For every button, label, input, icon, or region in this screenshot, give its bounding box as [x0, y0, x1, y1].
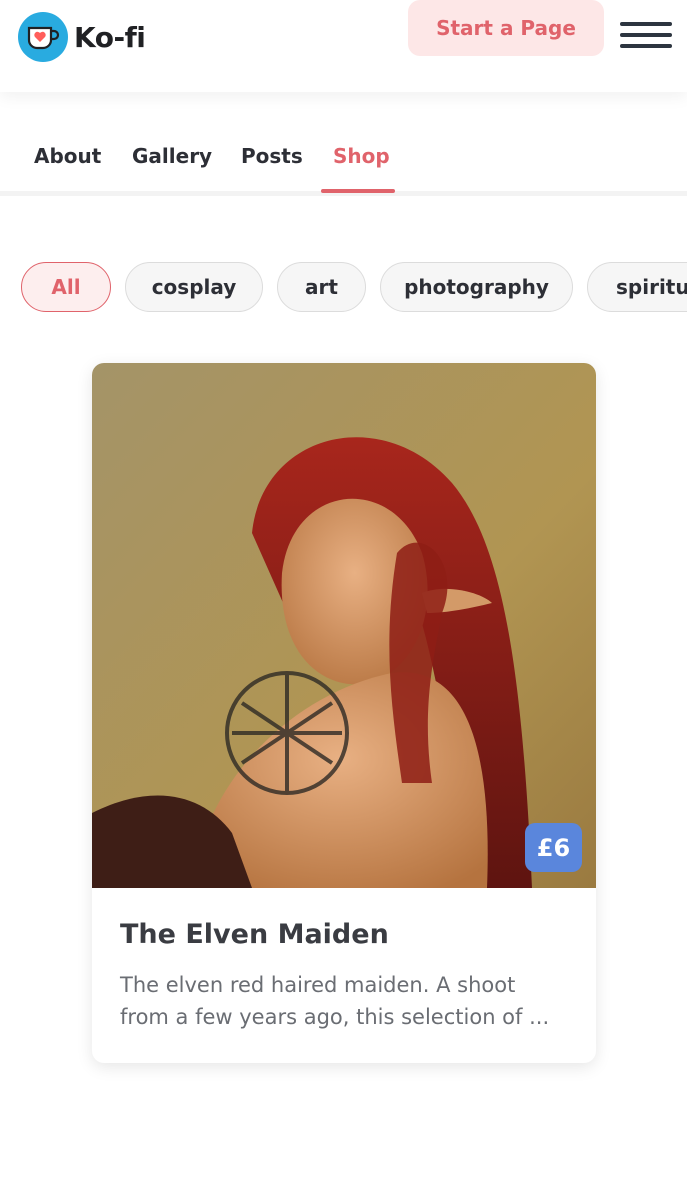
- tab-posts[interactable]: Posts: [241, 144, 303, 168]
- top-header: Ko-fi Start a Page: [0, 0, 687, 92]
- product-description: The elven red haired maiden. A shoot fro…: [120, 973, 550, 1029]
- filter-chip-art[interactable]: art: [277, 262, 366, 312]
- product-photo[interactable]: £6: [92, 363, 596, 888]
- start-a-page-button[interactable]: Start a Page: [408, 0, 604, 56]
- hamburger-menu-icon[interactable]: [620, 22, 672, 48]
- filter-chip-photography[interactable]: photography: [380, 262, 573, 312]
- filter-chip-spirituality[interactable]: spiritua: [587, 262, 687, 312]
- tab-gallery[interactable]: Gallery: [132, 144, 212, 168]
- ko-fi-cup-heart-icon: [18, 12, 68, 62]
- active-tab-indicator: [321, 189, 395, 193]
- price-badge: £6: [525, 823, 582, 872]
- kofi-logo[interactable]: Ko-fi: [18, 12, 146, 62]
- profile-tabs: About Gallery Posts Shop: [0, 92, 687, 196]
- shop-filter-chips: All cosplay art photography spiritua: [0, 262, 687, 314]
- product-title[interactable]: The Elven Maiden: [120, 919, 389, 950]
- logo-text: Ko-fi: [74, 20, 146, 54]
- tab-about[interactable]: About: [34, 144, 101, 168]
- filter-chip-cosplay[interactable]: cosplay: [125, 262, 263, 312]
- filter-chip-all[interactable]: All: [21, 262, 111, 312]
- shop-item-card[interactable]: £6 The Elven Maiden The elven red haired…: [92, 363, 596, 1063]
- tab-shop[interactable]: Shop: [333, 144, 390, 168]
